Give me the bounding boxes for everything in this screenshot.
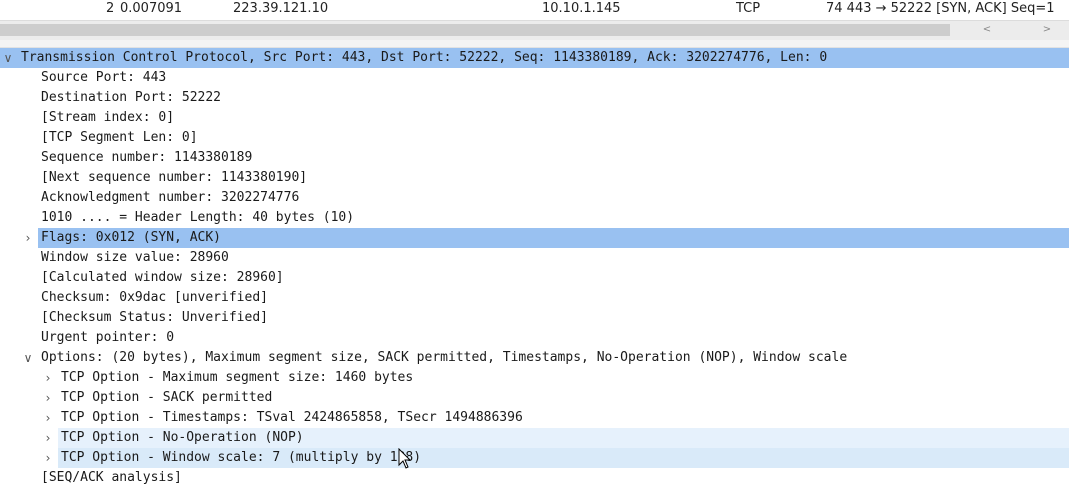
tree-item-field[interactable]: [SEQ/ACK analysis] (0, 468, 1069, 488)
packet-no: 2 (106, 1, 115, 16)
tree-item-field[interactable]: Checksum: 0x9dac [unverified] (0, 288, 1069, 308)
packet-source: 223.39.121.10 (233, 1, 329, 16)
tree-item-field[interactable]: [TCP Segment Len: 0] (0, 128, 1069, 148)
tree-item-label: Flags: 0x012 (SYN, ACK) (41, 230, 222, 245)
mouse-cursor-icon (398, 448, 412, 469)
field-label: Sequence number: 1143380189 (41, 150, 253, 165)
chevron-down-icon[interactable]: ∨ (2, 48, 14, 68)
tree-item-field[interactable]: [Calculated window size: 28960] (0, 268, 1069, 288)
chevron-down-icon[interactable]: ∨ (22, 348, 34, 368)
packet-protocol: TCP (736, 1, 761, 16)
tree-item-tcp-header[interactable]: ∨ Transmission Control Protocol, Src Por… (0, 48, 1069, 68)
packet-details-tree: ∨ Transmission Control Protocol, Src Por… (0, 48, 1069, 488)
tree-item-field[interactable]: Destination Port: 52222 (0, 88, 1069, 108)
field-label: [Checksum Status: Unverified] (41, 310, 268, 325)
option-label: TCP Option - No-Operation (NOP) (61, 430, 304, 445)
chevron-right-icon[interactable]: › (22, 228, 34, 248)
field-label: 1010 .... = Header Length: 40 bytes (10) (41, 210, 355, 225)
tree-item-label: Options: (20 bytes), Maximum segment siz… (41, 350, 848, 365)
field-label: [TCP Segment Len: 0] (41, 130, 198, 145)
tree-item-option[interactable]: › TCP Option - No-Operation (NOP) (0, 428, 1069, 448)
tree-item-flags[interactable]: › Flags: 0x012 (SYN, ACK) (0, 228, 1069, 248)
scroll-right-icon[interactable]: > (1040, 23, 1054, 37)
tree-item-options[interactable]: ∨ Options: (20 bytes), Maximum segment s… (0, 348, 1069, 368)
field-label: [Calculated window size: 28960] (41, 270, 284, 285)
field-label: Acknowledgment number: 3202274776 (41, 190, 300, 205)
horizontal-scrollbar[interactable]: < > (0, 20, 1069, 41)
field-label: [SEQ/ACK analysis] (41, 470, 182, 485)
tree-item-field[interactable]: [Next sequence number: 1143380190] (0, 168, 1069, 188)
packet-list-row[interactable]: 2 0.007091 223.39.121.10 10.10.1.145 TCP… (0, 0, 1069, 19)
tree-item-field[interactable]: [Stream index: 0] (0, 108, 1069, 128)
tree-item-label: Transmission Control Protocol, Src Port:… (21, 50, 828, 65)
chevron-right-icon[interactable]: › (42, 448, 54, 468)
chevron-right-icon[interactable]: › (42, 368, 54, 388)
option-label: TCP Option - Window scale: 7 (multiply b… (61, 450, 422, 465)
option-label: TCP Option - Timestamps: TSval 242486585… (61, 410, 523, 425)
tree-item-option[interactable]: › TCP Option - Maximum segment size: 146… (0, 368, 1069, 388)
chevron-right-icon[interactable]: › (42, 428, 54, 448)
tree-item-field[interactable]: [Checksum Status: Unverified] (0, 308, 1069, 328)
tree-item-field[interactable]: Sequence number: 1143380189 (0, 148, 1069, 168)
field-label: Checksum: 0x9dac [unverified] (41, 290, 268, 305)
tree-item-option[interactable]: › TCP Option - SACK permitted (0, 388, 1069, 408)
chevron-right-icon[interactable]: › (42, 388, 54, 408)
scroll-left-icon[interactable]: < (980, 23, 994, 37)
packet-info: 74 443 → 52222 [SYN, ACK] Seq=1 (826, 1, 1055, 16)
option-label: TCP Option - SACK permitted (61, 390, 273, 405)
field-label: Source Port: 443 (41, 70, 167, 85)
tree-item-field[interactable]: Window size value: 28960 (0, 248, 1069, 268)
tree-item-field[interactable]: Source Port: 443 (0, 68, 1069, 88)
field-label: [Next sequence number: 1143380190] (41, 170, 308, 185)
pane-splitter[interactable] (0, 40, 1069, 48)
option-label: TCP Option - Maximum segment size: 1460 … (61, 370, 414, 385)
field-label: Urgent pointer: 0 (41, 330, 175, 345)
tree-item-field[interactable]: 1010 .... = Header Length: 40 bytes (10) (0, 208, 1069, 228)
packet-time: 0.007091 (120, 1, 183, 16)
field-label: Window size value: 28960 (41, 250, 229, 265)
packet-destination: 10.10.1.145 (542, 1, 621, 16)
tree-item-option[interactable]: › TCP Option - Timestamps: TSval 2424865… (0, 408, 1069, 428)
scrollbar-thumb[interactable] (0, 24, 950, 36)
chevron-right-icon[interactable]: › (42, 408, 54, 428)
field-label: Destination Port: 52222 (41, 90, 222, 105)
tree-item-field[interactable]: Urgent pointer: 0 (0, 328, 1069, 348)
field-label: [Stream index: 0] (41, 110, 175, 125)
tree-item-option[interactable]: › TCP Option - Window scale: 7 (multiply… (0, 448, 1069, 468)
tree-item-field[interactable]: Acknowledgment number: 3202274776 (0, 188, 1069, 208)
